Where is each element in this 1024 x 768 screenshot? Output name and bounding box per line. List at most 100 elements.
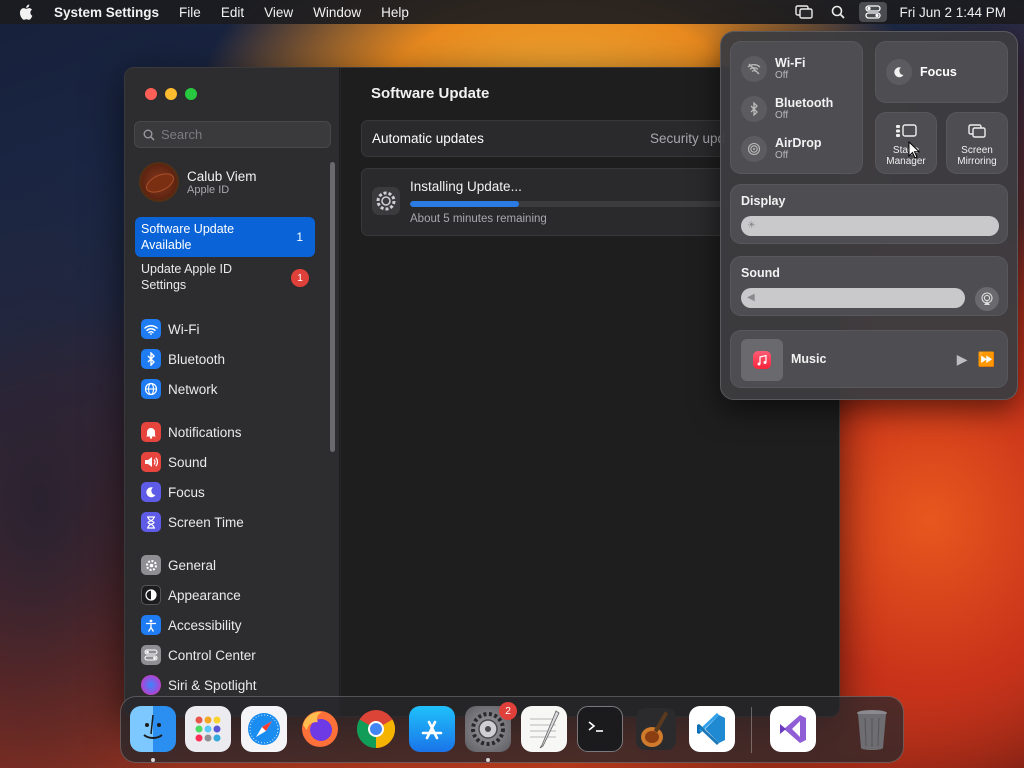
cc-screen-mirroring-tile[interactable]: Screen Mirroring [946, 112, 1008, 174]
cc-stage-manager-tile[interactable]: Stage Manager [875, 112, 937, 174]
display-brightness-slider[interactable]: ☀ [741, 216, 999, 236]
sidebar-item-sound[interactable]: Sound [141, 447, 321, 477]
globe-icon [141, 379, 161, 399]
dock-terminal[interactable] [577, 706, 623, 752]
control-center-menu-icon[interactable] [859, 2, 888, 22]
menu-edit[interactable]: Edit [211, 5, 254, 20]
close-button[interactable] [145, 88, 157, 100]
play-icon[interactable]: ▶ [957, 351, 968, 368]
dock-firefox[interactable] [297, 706, 343, 752]
software-update-gear-icon [372, 187, 400, 215]
sidebar-item-focus[interactable]: Focus [141, 477, 321, 507]
sidebar-item-general[interactable]: General [141, 550, 321, 580]
account-subtitle: Apple ID [187, 183, 230, 196]
menu-help[interactable]: Help [371, 5, 419, 20]
automatic-updates-label: Automatic updates [372, 131, 484, 146]
cc-airdrop-label: AirDrop [775, 136, 822, 150]
sidebar-item-label: Focus [168, 484, 205, 500]
sidebar-item-network[interactable]: Network [141, 374, 321, 404]
minimize-button[interactable] [165, 88, 177, 100]
sidebar-item-label: Screen Time [168, 514, 244, 530]
sidebar-scrollbar[interactable] [330, 162, 335, 452]
cc-wifi[interactable]: Wi-Fi Off [741, 56, 805, 82]
menu-view[interactable]: View [254, 5, 303, 20]
page-title: Software Update [371, 85, 490, 102]
zoom-button[interactable] [185, 88, 197, 100]
cc-music-tile: Music ▶ ⏩ [730, 330, 1008, 388]
sidebar-item-wifi[interactable]: Wi-Fi [141, 314, 321, 344]
update-apple-id-label: Update Apple ID Settings [141, 262, 233, 292]
sidebar-item-bluetooth[interactable]: Bluetooth [141, 344, 321, 374]
stage-manager-icon [876, 123, 936, 139]
apple-id-account[interactable]: Calub Viem Apple ID [139, 162, 257, 202]
music-label: Music [791, 352, 827, 366]
dock-finder[interactable] [130, 706, 176, 752]
screen-mirroring-menu-icon[interactable] [787, 0, 821, 24]
music-app-icon[interactable] [741, 339, 783, 381]
fast-forward-icon[interactable]: ⏩ [978, 351, 995, 368]
system-settings-badge: 2 [499, 702, 517, 720]
menu-window[interactable]: Window [303, 5, 371, 20]
sidebar-item-label: Network [168, 381, 218, 397]
sidebar-item-notifications[interactable]: Notifications [141, 417, 321, 447]
sidebar-item-software-update-available[interactable]: Software Update Available 1 [135, 217, 315, 257]
cc-bluetooth-label: Bluetooth [775, 96, 834, 110]
dock-visual-studio[interactable] [770, 706, 816, 752]
dock-app-store[interactable] [409, 706, 455, 752]
dock-chrome[interactable] [353, 706, 399, 752]
account-name: Calub Viem [187, 168, 257, 184]
sidebar-item-control-center[interactable]: Control Center [141, 640, 321, 670]
airplay-audio-icon[interactable] [975, 287, 999, 311]
search-field[interactable] [134, 121, 331, 148]
connectivity-tile: Wi-Fi Off Bluetooth Off AirDrop Off [730, 41, 863, 174]
vscode-icon [697, 713, 725, 745]
speaker-icon [141, 452, 161, 472]
screen-mirroring-label-line1: Screen [961, 145, 993, 156]
menu-app-name[interactable]: System Settings [52, 5, 169, 20]
app-store-icon [421, 720, 443, 740]
cc-airdrop[interactable]: AirDrop Off [741, 136, 822, 162]
cc-focus-tile[interactable]: Focus [875, 41, 1008, 103]
dock-safari[interactable] [241, 706, 287, 752]
sidebar-item-label: Accessibility [168, 617, 242, 633]
sidebar-item-screen-time[interactable]: Screen Time [141, 507, 321, 537]
siri-icon [141, 675, 161, 695]
cc-bluetooth-status: Off [775, 110, 789, 121]
sidebar-list: Wi-Fi Bluetooth Network Notifications So… [141, 314, 321, 713]
menu-bar: System Settings File Edit View Window He… [0, 0, 1024, 24]
sidebar-group-notifications: Notifications Sound Focus Screen Time [141, 417, 321, 537]
apple-menu-icon[interactable] [0, 4, 52, 20]
sidebar-item-update-apple-id[interactable]: Update Apple ID Settings 1 [141, 261, 315, 293]
install-label: Installing Update... [410, 179, 522, 194]
search-input[interactable] [161, 127, 321, 142]
sidebar-item-label: General [168, 557, 217, 573]
software-update-label: Software Update Available [141, 222, 235, 252]
cc-focus-label: Focus [920, 65, 957, 79]
stage-manager-label-line1: Stage [892, 145, 920, 156]
cc-bluetooth[interactable]: Bluetooth Off [741, 96, 833, 122]
dock-garageband[interactable] [633, 706, 679, 752]
menu-clock[interactable]: Fri Jun 2 1:44 PM [891, 5, 1024, 20]
dock-vscode[interactable] [689, 706, 735, 752]
sidebar-group-network: Wi-Fi Bluetooth Network [141, 314, 321, 404]
sidebar-item-label: Appearance [168, 587, 241, 603]
sidebar-item-label: Wi-Fi [168, 321, 200, 337]
search-icon [143, 129, 155, 141]
speaker-mute-icon: ◀ [747, 292, 755, 303]
menu-file[interactable]: File [169, 5, 211, 20]
sidebar-item-appearance[interactable]: Appearance [141, 580, 321, 610]
dock-system-settings[interactable]: 2 [465, 702, 517, 752]
dock-textedit[interactable] [521, 706, 567, 752]
volume-slider[interactable]: ◀ [741, 288, 965, 308]
visual-studio-icon [780, 715, 806, 743]
textedit-icon [530, 710, 560, 749]
mouse-cursor-icon [908, 140, 921, 164]
bluetooth-off-icon [741, 96, 767, 122]
spotlight-search-icon[interactable] [821, 0, 855, 24]
dock-trash[interactable] [849, 706, 895, 752]
sidebar-item-accessibility[interactable]: Accessibility [141, 610, 321, 640]
avatar [139, 162, 179, 202]
dock-launchpad[interactable] [185, 706, 231, 752]
control-center-panel: Wi-Fi Off Bluetooth Off AirDrop Off Focu… [720, 31, 1018, 400]
automatic-updates-value: Security upd [650, 131, 726, 146]
